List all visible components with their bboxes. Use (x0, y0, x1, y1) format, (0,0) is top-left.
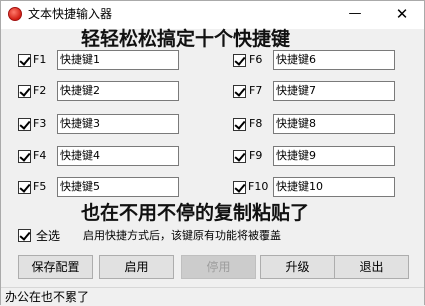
status-text: 办公在也不累了 (5, 290, 90, 304)
shortcut-row-f3: F3 快捷键3 (1, 114, 201, 134)
shortcut-checkbox-f10[interactable] (233, 181, 246, 194)
shortcut-checkbox-f4[interactable] (18, 150, 31, 163)
shortcut-row-f2: F2 快捷键2 (1, 81, 201, 101)
shortcut-input-f3[interactable]: 快捷键3 (57, 114, 179, 134)
shortcut-input-f6[interactable]: 快捷键6 (273, 50, 395, 70)
shortcut-row-f6: F6 快捷键6 (231, 50, 421, 70)
shortcut-row-f4: F4 快捷键4 (1, 146, 201, 166)
shortcut-checkbox-f1[interactable] (18, 54, 31, 67)
app-icon (8, 7, 22, 21)
shortcut-input-f7[interactable]: 快捷键7 (273, 81, 395, 101)
shortcut-input-f9[interactable]: 快捷键9 (273, 146, 395, 166)
shortcut-key-label: F8 (249, 117, 263, 130)
shortcut-key-label: F7 (249, 84, 263, 97)
shortcut-row-f5: F5 快捷键5 (1, 177, 201, 197)
shortcut-key-label: F4 (33, 149, 47, 162)
shortcut-checkbox-f2[interactable] (18, 85, 31, 98)
shortcut-key-label: F1 (33, 53, 47, 66)
app-window: 文本快捷输入器 — ✕ 轻轻松松搞定十个快捷键 F1 快捷键1 F2 快捷键2 … (0, 0, 425, 306)
shortcut-key-label: F10 (248, 180, 269, 193)
shortcut-row-f9: F9 快捷键9 (231, 146, 421, 166)
shortcut-key-label: F5 (33, 180, 47, 193)
exit-button[interactable]: 退出 (334, 255, 409, 279)
shortcut-input-f1[interactable]: 快捷键1 (57, 50, 179, 70)
shortcut-input-f8[interactable]: 快捷键8 (273, 114, 395, 134)
enable-button[interactable]: 启用 (99, 255, 174, 279)
close-button[interactable]: ✕ (381, 1, 423, 29)
shortcut-row-f10: F10 快捷键10 (231, 177, 421, 197)
override-warning-text: 启用快捷方式后，该键原有功能将被覆盖 (83, 229, 281, 242)
shortcut-checkbox-f6[interactable] (233, 54, 246, 67)
shortcut-input-f5[interactable]: 快捷键5 (57, 177, 179, 197)
shortcut-row-f8: F8 快捷键8 (231, 114, 421, 134)
headline-banner: 轻轻松松搞定十个快捷键 (81, 28, 291, 50)
title-bar: 文本快捷输入器 — ✕ (1, 1, 424, 29)
shortcut-checkbox-f3[interactable] (18, 118, 31, 131)
shortcut-checkbox-f9[interactable] (233, 150, 246, 163)
shortcut-input-f2[interactable]: 快捷键2 (57, 81, 179, 101)
shortcut-checkbox-f7[interactable] (233, 85, 246, 98)
minimize-button[interactable]: — (334, 1, 376, 29)
save-config-button[interactable]: 保存配置 (18, 255, 93, 279)
upgrade-button[interactable]: 升级 (260, 255, 335, 279)
select-all-checkbox[interactable] (18, 229, 31, 242)
shortcut-row-f7: F7 快捷键7 (231, 81, 421, 101)
shortcut-key-label: F6 (249, 53, 263, 66)
subtitle-banner: 也在不用不停的复制粘贴了 (81, 202, 310, 224)
status-bar: 办公在也不累了 (1, 287, 424, 306)
disable-button: 停用 (181, 255, 256, 279)
shortcut-key-label: F9 (249, 149, 263, 162)
shortcut-row-f1: F1 快捷键1 (1, 50, 201, 70)
shortcut-checkbox-f5[interactable] (18, 181, 31, 194)
window-title: 文本快捷输入器 (28, 7, 113, 21)
select-all-label: 全选 (36, 229, 61, 243)
shortcut-key-label: F3 (33, 117, 47, 130)
shortcut-key-label: F2 (33, 84, 47, 97)
shortcut-checkbox-f8[interactable] (233, 118, 246, 131)
shortcut-input-f10[interactable]: 快捷键10 (273, 177, 395, 197)
shortcut-input-f4[interactable]: 快捷键4 (57, 146, 179, 166)
